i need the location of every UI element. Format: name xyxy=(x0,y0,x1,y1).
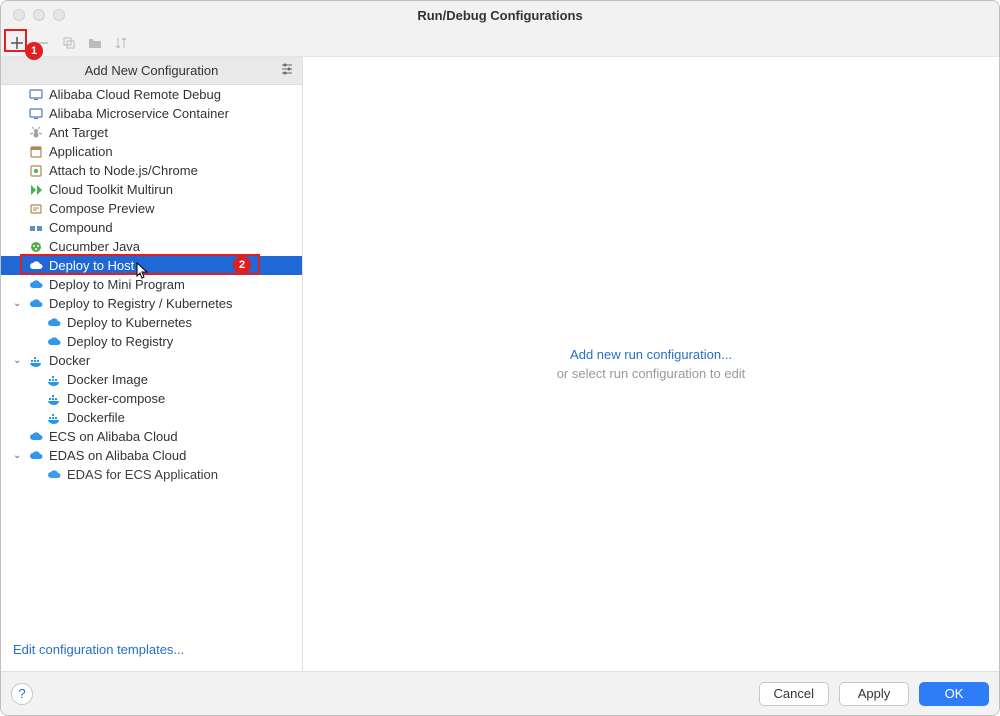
config-item-label: Ant Target xyxy=(49,125,108,140)
config-item-label: Alibaba Microservice Container xyxy=(49,106,229,121)
docker-icon xyxy=(29,354,43,368)
content-pane: Add new run configuration... or select r… xyxy=(303,57,999,671)
cloud-icon xyxy=(47,468,61,482)
expand-arrow-icon[interactable]: ⌄ xyxy=(13,450,21,461)
config-item-deploy-to-registry[interactable]: Deploy to Registry xyxy=(1,332,302,351)
ok-button[interactable]: OK xyxy=(919,682,989,706)
config-item-docker-compose[interactable]: Docker-compose xyxy=(1,389,302,408)
config-item-deploy-to-kubernetes[interactable]: Deploy to Kubernetes xyxy=(1,313,302,332)
config-item-docker[interactable]: ⌄ Docker xyxy=(1,351,302,370)
footer-buttons: Cancel Apply OK xyxy=(759,682,989,706)
help-button[interactable]: ? xyxy=(11,683,33,705)
remove-configuration-button[interactable] xyxy=(33,33,53,53)
add-configuration-button[interactable] xyxy=(7,33,27,53)
cloud-icon xyxy=(29,259,43,273)
apply-button[interactable]: Apply xyxy=(839,682,909,706)
config-item-label: Compound xyxy=(49,220,113,235)
config-item-label: Dockerfile xyxy=(67,410,125,425)
config-item-label: ECS on Alibaba Cloud xyxy=(49,429,178,444)
config-item-edas-for-ecs-application[interactable]: EDAS for ECS Application xyxy=(1,465,302,484)
config-item-label: Cucumber Java xyxy=(49,239,140,254)
titlebar: Run/Debug Configurations xyxy=(1,1,999,29)
content-hint: or select run configuration to edit xyxy=(557,366,746,381)
config-item-compose-preview[interactable]: Compose Preview xyxy=(1,199,302,218)
compound-icon xyxy=(29,221,43,235)
config-item-alibaba-cloud-remote-debug[interactable]: Alibaba Cloud Remote Debug xyxy=(1,85,302,104)
config-item-deploy-to-host[interactable]: Deploy to Host xyxy=(1,256,302,275)
sidebar: Add New Configuration Alibaba Cloud Remo… xyxy=(1,57,303,671)
run-icon xyxy=(29,183,43,197)
add-new-configuration-header: Add New Configuration xyxy=(1,57,302,85)
run-debug-configurations-window: Run/Debug Configurations 1 Add New Confi… xyxy=(0,0,1000,716)
dropdown-title: Add New Configuration xyxy=(85,63,219,78)
config-item-deploy-to-registry-kubernetes[interactable]: ⌄ Deploy to Registry / Kubernetes xyxy=(1,294,302,313)
attach-icon xyxy=(29,164,43,178)
cloud-icon xyxy=(47,316,61,330)
config-item-compound[interactable]: Compound xyxy=(1,218,302,237)
config-item-deploy-to-mini-program[interactable]: Deploy to Mini Program xyxy=(1,275,302,294)
compose-icon xyxy=(29,202,43,216)
config-item-ecs-on-alibaba-cloud[interactable]: ECS on Alibaba Cloud xyxy=(1,427,302,446)
config-item-label: Compose Preview xyxy=(49,201,155,216)
sort-button[interactable] xyxy=(111,33,131,53)
cloud-icon xyxy=(29,297,43,311)
config-item-label: Cloud Toolkit Multirun xyxy=(49,182,173,197)
config-item-label: EDAS for ECS Application xyxy=(67,467,218,482)
expand-arrow-icon[interactable]: ⌄ xyxy=(13,355,21,366)
config-item-label: Docker xyxy=(49,353,90,368)
config-item-cloud-toolkit-multirun[interactable]: Cloud Toolkit Multirun xyxy=(1,180,302,199)
main-area: Add New Configuration Alibaba Cloud Remo… xyxy=(1,57,999,671)
config-item-label: EDAS on Alibaba Cloud xyxy=(49,448,186,463)
folder-button[interactable] xyxy=(85,33,105,53)
config-item-label: Docker-compose xyxy=(67,391,165,406)
config-item-alibaba-microservice-container[interactable]: Alibaba Microservice Container xyxy=(1,104,302,123)
config-item-attach-to-node-js-chrome[interactable]: Attach to Node.js/Chrome xyxy=(1,161,302,180)
config-item-docker-image[interactable]: Docker Image xyxy=(1,370,302,389)
copy-configuration-button[interactable] xyxy=(59,33,79,53)
config-item-label: Deploy to Mini Program xyxy=(49,277,185,292)
config-item-label: Docker Image xyxy=(67,372,148,387)
toolbar xyxy=(1,29,999,57)
config-item-label: Attach to Node.js/Chrome xyxy=(49,163,198,178)
cloud-icon xyxy=(29,278,43,292)
config-item-label: Deploy to Host xyxy=(49,258,134,273)
config-item-edas-on-alibaba-cloud[interactable]: ⌄ EDAS on Alibaba Cloud xyxy=(1,446,302,465)
cancel-button[interactable]: Cancel xyxy=(759,682,829,706)
settings-icon[interactable] xyxy=(280,62,294,79)
edit-configuration-templates-link[interactable]: Edit configuration templates... xyxy=(13,642,184,657)
screen-icon xyxy=(29,88,43,102)
config-item-ant-target[interactable]: Ant Target xyxy=(1,123,302,142)
docker-icon xyxy=(47,392,61,406)
footer: ? Cancel Apply OK xyxy=(1,671,999,715)
config-item-label: Deploy to Registry xyxy=(67,334,173,349)
docker-icon xyxy=(47,373,61,387)
expand-arrow-icon[interactable]: ⌄ xyxy=(13,298,21,309)
config-item-label: Application xyxy=(49,144,113,159)
cloud-icon xyxy=(47,335,61,349)
configuration-tree[interactable]: Alibaba Cloud Remote Debug Alibaba Micros… xyxy=(1,85,302,671)
docker-icon xyxy=(47,411,61,425)
config-item-application[interactable]: Application xyxy=(1,142,302,161)
config-item-label: Alibaba Cloud Remote Debug xyxy=(49,87,221,102)
config-item-label: Deploy to Kubernetes xyxy=(67,315,192,330)
config-item-dockerfile[interactable]: Dockerfile xyxy=(1,408,302,427)
config-item-cucumber-java[interactable]: Cucumber Java xyxy=(1,237,302,256)
window-title: Run/Debug Configurations xyxy=(1,8,999,23)
screen-icon xyxy=(29,107,43,121)
config-item-label: Deploy to Registry / Kubernetes xyxy=(49,296,233,311)
cloud-icon xyxy=(29,430,43,444)
cucumber-icon xyxy=(29,240,43,254)
app-icon xyxy=(29,145,43,159)
ant-icon xyxy=(29,126,43,140)
add-new-run-configuration-link[interactable]: Add new run configuration... xyxy=(570,347,732,362)
cloud-icon xyxy=(29,449,43,463)
